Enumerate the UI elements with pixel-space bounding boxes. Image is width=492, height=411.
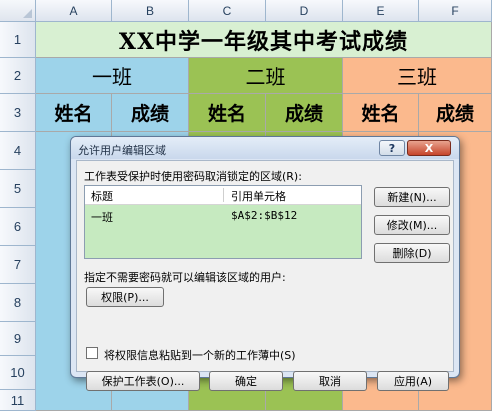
header-name-e[interactable]: 姓名 — [343, 94, 419, 132]
protect-sheet-button[interactable]: 保护工作表(O)... — [86, 371, 200, 391]
delete-button[interactable]: 删除(D) — [374, 243, 450, 263]
column-header-e[interactable]: E — [343, 0, 419, 22]
header-score-f[interactable]: 成绩 — [419, 94, 492, 132]
allow-edit-ranges-dialog: 允许用户编辑区域 ? X 工作表受保护时使用密码取消锁定的区域(R): 标题 引… — [70, 136, 460, 391]
class-two-cell[interactable]: 二班 — [189, 58, 343, 94]
list-header-ref[interactable]: 引用单元格 — [231, 188, 286, 204]
column-header-f[interactable]: F — [419, 0, 492, 22]
ranges-label: 工作表受保护时使用密码取消锁定的区域(R): — [84, 170, 302, 183]
row-header-7[interactable]: 7 — [0, 246, 36, 284]
help-button[interactable]: ? — [379, 140, 405, 156]
cancel-button[interactable]: 取消 — [293, 371, 367, 391]
paste-permissions-checkbox[interactable] — [86, 347, 98, 359]
row-header-4[interactable]: 4 — [0, 132, 36, 170]
row-header-3[interactable]: 3 — [0, 94, 36, 132]
row-header-2[interactable]: 2 — [0, 58, 36, 94]
row-header-5[interactable]: 5 — [0, 170, 36, 208]
paste-permissions-label[interactable]: 将权限信息粘贴到一个新的工作薄中(S) — [104, 347, 296, 363]
dialog-body: 工作表受保护时使用密码取消锁定的区域(R): 标题 引用单元格 一班 $A$2:… — [76, 160, 454, 391]
row-header-1[interactable]: 1 — [0, 22, 36, 58]
header-name-c[interactable]: 姓名 — [189, 94, 266, 132]
users-label: 指定不需要密码就可以编辑该区域的用户: — [84, 271, 286, 284]
header-score-b[interactable]: 成绩 — [112, 94, 189, 132]
row-header-10[interactable]: 10 — [0, 356, 36, 390]
modify-button[interactable]: 修改(M)... — [374, 215, 450, 235]
row-header-6[interactable]: 6 — [0, 208, 36, 246]
list-item-ref: $A$2:$B$12 — [231, 209, 298, 222]
ranges-list[interactable]: 标题 引用单元格 一班 $A$2:$B$12 — [84, 185, 362, 259]
class-three-cell[interactable]: 三班 — [343, 58, 492, 94]
class-one-cell[interactable]: 一班 — [36, 58, 189, 94]
close-button[interactable]: X — [407, 140, 451, 156]
header-name-a[interactable]: 姓名 — [36, 94, 112, 132]
row-header-11[interactable]: 11 — [0, 390, 36, 411]
list-header-title[interactable]: 标题 — [91, 188, 113, 204]
apply-button[interactable]: 应用(A) — [377, 371, 449, 391]
ok-button[interactable]: 确定 — [209, 371, 283, 391]
row-header-9[interactable]: 9 — [0, 322, 36, 356]
new-button[interactable]: 新建(N)... — [374, 187, 450, 207]
column-header-a[interactable]: A — [36, 0, 112, 22]
title-cell[interactable]: XX中学一年级其中考试成绩 — [36, 22, 492, 58]
list-header-divider — [223, 188, 224, 202]
dialog-title: 允许用户编辑区域 — [78, 144, 166, 157]
column-header-c[interactable]: C — [189, 0, 266, 22]
select-all-corner[interactable] — [0, 0, 36, 22]
row-header-8[interactable]: 8 — [0, 284, 36, 322]
ranges-list-header: 标题 引用单元格 — [85, 186, 361, 205]
column-header-b[interactable]: B — [112, 0, 189, 22]
permissions-button[interactable]: 权限(P)... — [86, 287, 164, 307]
dialog-titlebar[interactable]: 允许用户编辑区域 ? X — [71, 137, 459, 159]
column-header-d[interactable]: D — [266, 0, 343, 22]
header-score-d[interactable]: 成绩 — [266, 94, 343, 132]
list-item[interactable]: 一班 $A$2:$B$12 — [85, 206, 361, 226]
list-item-title: 一班 — [91, 211, 113, 224]
